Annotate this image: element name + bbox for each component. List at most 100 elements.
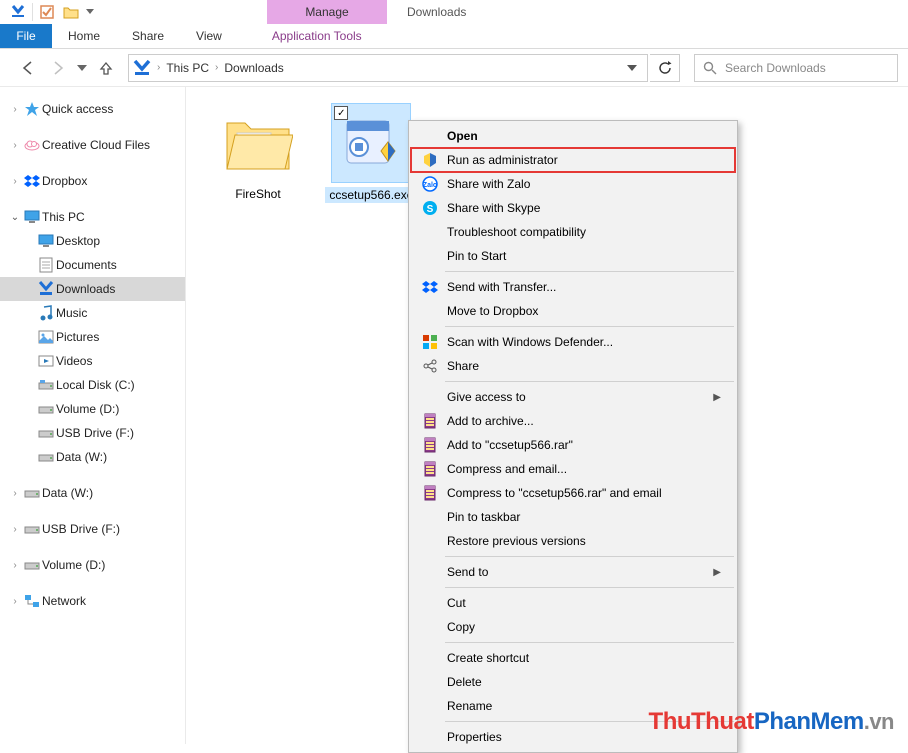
- context-item-create-shortcut[interactable]: Create shortcut: [411, 646, 735, 670]
- context-separator: [445, 587, 734, 588]
- address-dropdown-icon[interactable]: [621, 65, 643, 71]
- tree-child-pictures[interactable]: Pictures: [0, 325, 185, 349]
- context-item-send-with-transfer[interactable]: Send with Transfer...: [411, 275, 735, 299]
- refresh-button[interactable]: [650, 54, 680, 82]
- context-item-run-as-administrator[interactable]: Run as administrator: [411, 148, 735, 172]
- item-icon: [36, 234, 56, 248]
- tree-usb-f[interactable]: ›USB Drive (F:): [0, 517, 185, 541]
- ribbon-tab-view[interactable]: View: [180, 24, 238, 48]
- tree-child-volume-d-[interactable]: Volume (D:): [0, 397, 185, 421]
- chevron-right-icon[interactable]: ›: [213, 62, 220, 73]
- dropbox-icon: [22, 174, 42, 188]
- tree-child-usb-drive-f-[interactable]: USB Drive (F:): [0, 421, 185, 445]
- tree-child-music[interactable]: Music: [0, 301, 185, 325]
- chevron-right-icon: ▶: [713, 392, 721, 403]
- ribbon-tab-home[interactable]: Home: [52, 24, 116, 48]
- context-item-cut[interactable]: Cut: [411, 591, 735, 615]
- drive-icon: [22, 559, 42, 571]
- tree-data-w[interactable]: ›Data (W:): [0, 481, 185, 505]
- qat-customize-icon[interactable]: [83, 1, 97, 23]
- titlebar: Manage Downloads: [0, 0, 908, 24]
- context-item-share[interactable]: Share: [411, 354, 735, 378]
- qat-down-arrow-icon[interactable]: [6, 1, 30, 23]
- context-item-give-access-to[interactable]: Give access to▶: [411, 385, 735, 409]
- chevron-right-icon: ▶: [713, 567, 721, 578]
- ribbon-file-tab[interactable]: File: [0, 24, 52, 48]
- context-item-copy[interactable]: Copy: [411, 615, 735, 639]
- tree-child-data-w-[interactable]: Data (W:): [0, 445, 185, 469]
- search-box[interactable]: Search Downloads: [694, 54, 898, 82]
- svg-text:S: S: [427, 204, 434, 215]
- item-icon: [36, 403, 56, 415]
- breadcrumb-this-pc[interactable]: This PC: [162, 61, 213, 75]
- tree-child-desktop[interactable]: Desktop: [0, 229, 185, 253]
- tree-child-documents[interactable]: Documents: [0, 253, 185, 277]
- computer-icon: [22, 210, 42, 224]
- item-icon: [36, 427, 56, 439]
- context-item-move-to-dropbox[interactable]: Move to Dropbox: [411, 299, 735, 323]
- context-item-send-to[interactable]: Send to▶: [411, 560, 735, 584]
- item-icon: [36, 281, 56, 297]
- drive-icon: [22, 487, 42, 499]
- item-icon: [36, 451, 56, 463]
- forward-button[interactable]: [44, 54, 72, 82]
- item-icon: [36, 379, 56, 391]
- shield-icon: [419, 152, 441, 168]
- search-icon: [703, 61, 717, 75]
- tree-volume-d[interactable]: ›Volume (D:): [0, 553, 185, 577]
- back-button[interactable]: [14, 54, 42, 82]
- context-item-compress-to-ccsetup566-rar-and-email[interactable]: Compress to "ccsetup566.rar" and email: [411, 481, 735, 505]
- ribbon-tab-share[interactable]: Share: [116, 24, 180, 48]
- context-item-open[interactable]: Open: [411, 124, 735, 148]
- context-item-delete[interactable]: Delete: [411, 670, 735, 694]
- context-item-add-to-archive[interactable]: Add to archive...: [411, 409, 735, 433]
- share-icon: [419, 358, 441, 374]
- up-button[interactable]: [92, 54, 120, 82]
- context-item-share-with-zalo[interactable]: ZaloShare with Zalo: [411, 172, 735, 196]
- defender-icon: [419, 334, 441, 350]
- window-title: Downloads: [407, 5, 466, 19]
- context-item-scan-with-windows-defender[interactable]: Scan with Windows Defender...: [411, 330, 735, 354]
- tree-this-pc[interactable]: ⌄This PC: [0, 205, 185, 229]
- tree-child-local-disk-c-[interactable]: Local Disk (C:): [0, 373, 185, 397]
- qat-separator: [32, 3, 33, 21]
- context-item-compress-and-email[interactable]: Compress and email...: [411, 457, 735, 481]
- rar-icon: [419, 437, 441, 453]
- drive-icon: [22, 523, 42, 535]
- rar-icon: [419, 413, 441, 429]
- chevron-right-icon[interactable]: ›: [155, 62, 162, 73]
- recent-button[interactable]: [74, 54, 90, 82]
- file-label: ccsetup566.exe: [325, 187, 417, 203]
- context-item-troubleshoot-compatibility[interactable]: Troubleshoot compatibility: [411, 220, 735, 244]
- tree-creative-cloud[interactable]: ›Creative Cloud Files: [0, 133, 185, 157]
- qat-new-folder-icon[interactable]: [59, 1, 83, 23]
- dropbox-icon: [419, 280, 441, 294]
- tree-dropbox[interactable]: ›Dropbox: [0, 169, 185, 193]
- tree-child-downloads[interactable]: Downloads: [0, 277, 185, 301]
- navigation-pane: ›Quick access ›Creative Cloud Files ›Dro…: [0, 87, 186, 744]
- cloud-icon: [22, 139, 42, 151]
- tree-network[interactable]: ›Network: [0, 589, 185, 613]
- ribbon-tab-application-tools[interactable]: Application Tools: [256, 24, 378, 48]
- file-item-fireshot[interactable]: FireShot: [208, 103, 308, 201]
- selection-check-icon[interactable]: ✓: [334, 106, 348, 120]
- context-separator: [445, 556, 734, 557]
- context-item-restore-previous-versions[interactable]: Restore previous versions: [411, 529, 735, 553]
- context-item-share-with-skype[interactable]: SShare with Skype: [411, 196, 735, 220]
- item-icon: [36, 257, 56, 273]
- qat-properties-icon[interactable]: [35, 1, 59, 23]
- item-icon: [36, 354, 56, 368]
- star-icon: [22, 101, 42, 117]
- context-item-pin-to-start[interactable]: Pin to Start: [411, 244, 735, 268]
- context-separator: [445, 642, 734, 643]
- installer-icon: ✓: [331, 103, 411, 183]
- file-item-ccsetup[interactable]: ✓ ccsetup566.exe: [321, 103, 421, 203]
- tree-quick-access[interactable]: ›Quick access: [0, 97, 185, 121]
- context-item-add-to-ccsetup566-rar[interactable]: Add to "ccsetup566.rar": [411, 433, 735, 457]
- tree-child-videos[interactable]: Videos: [0, 349, 185, 373]
- navbar: › This PC › Downloads Search Downloads: [0, 49, 908, 87]
- address-bar[interactable]: › This PC › Downloads: [128, 54, 648, 82]
- breadcrumb-downloads[interactable]: Downloads: [220, 61, 287, 75]
- context-item-pin-to-taskbar[interactable]: Pin to taskbar: [411, 505, 735, 529]
- svg-text:Zalo: Zalo: [423, 182, 437, 189]
